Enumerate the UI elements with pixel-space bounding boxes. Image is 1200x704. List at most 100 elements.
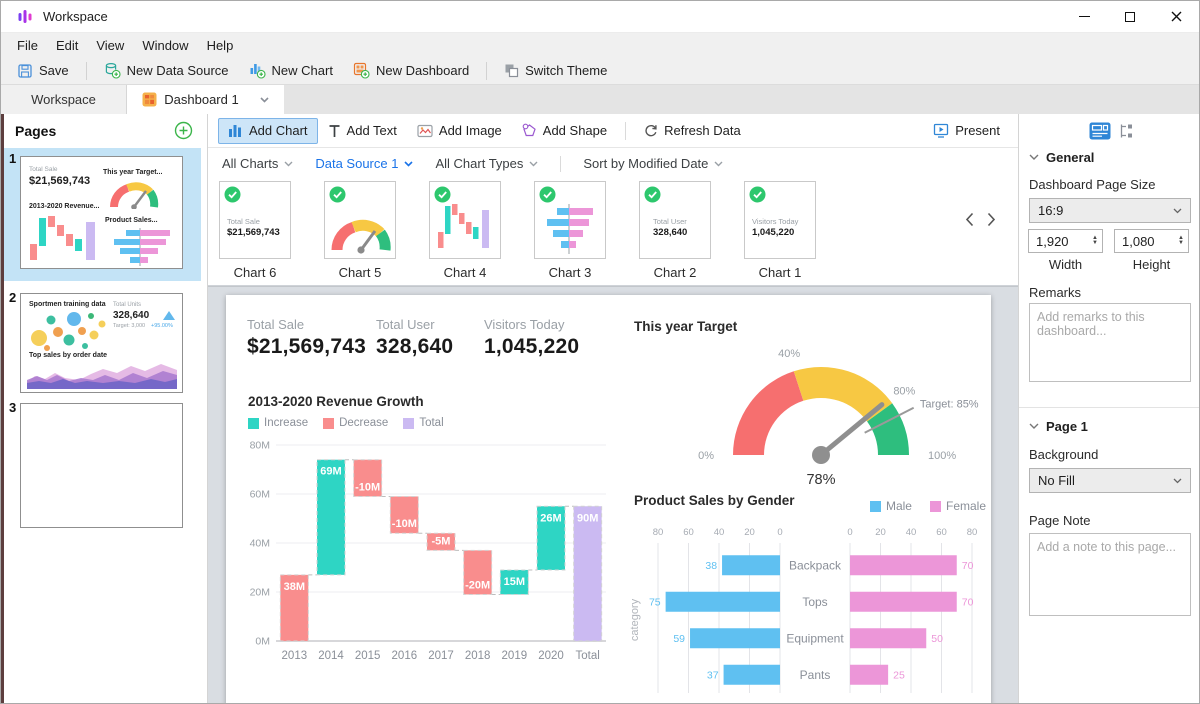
height-input[interactable] [1122,234,1168,249]
butterfly-chart[interactable]: 002020404060608080category3870Backpack75… [628,521,988,704]
thumb1-kpi-value: $21,569,743 [29,175,90,187]
chevron-down-icon [1173,478,1182,484]
all-charts-label: All Charts [222,156,278,171]
panel-divider [1019,407,1200,408]
gallery-next-button[interactable] [982,207,1000,231]
structure-view-button[interactable] [1118,123,1134,139]
page-section-header[interactable]: Page 1 [1029,419,1088,434]
gallery-caption-chart-5: Chart 5 [324,265,396,280]
tab-workspace[interactable]: Workspace [1,85,127,114]
title-bar: Workspace [1,1,1199,33]
maximize-button[interactable] [1107,1,1153,32]
new-dashboard-button[interactable]: New Dashboard [343,59,479,83]
svg-text:38: 38 [705,560,717,572]
width-input[interactable] [1036,234,1082,249]
svg-text:Pants: Pants [800,668,831,682]
svg-text:2013: 2013 [282,650,308,662]
page-1-thumbnail[interactable]: Total Sale $21,569,743 This year Target.… [20,156,183,269]
page-note-textarea[interactable] [1029,533,1191,616]
tab-dashboard-1[interactable]: Dashboard 1 [127,85,284,114]
general-section-label: General [1046,150,1094,165]
legend-swatch [870,501,881,512]
all-charts-dropdown[interactable]: All Charts [222,156,293,171]
waterfall-chart[interactable]: 0M20M40M60M80M38M69M-10M-10M-5M-20M15M26… [238,435,614,667]
add-image-button[interactable]: Add Image [407,118,512,144]
svg-text:60: 60 [936,527,947,538]
data-source-dropdown[interactable]: Data Source 1 [315,156,413,171]
kpi-value: 1,045,220 [484,335,579,359]
thumb1-mini-waterfall-chart [29,214,99,264]
add-chart-button[interactable]: Add Chart [218,118,318,144]
add-page-button[interactable] [174,121,193,140]
kpi-value: 328,640 [376,335,453,359]
height-stepper[interactable]: ▲▼ [1114,229,1189,253]
svg-text:15M: 15M [504,576,525,588]
menu-view[interactable]: View [87,33,133,57]
gallery-card-chart-1[interactable]: Visitors Today 1,045,220 [744,181,816,259]
gallery-prev-button[interactable] [960,207,978,231]
svg-text:Tops: Tops [802,595,827,609]
gallery-card-chart-3[interactable] [534,181,606,259]
gauge-chart[interactable]: 0%40%80%100%Target: 85%78% [656,337,986,495]
menu-edit[interactable]: Edit [47,33,87,57]
thumb2-kpi-label: Total Units [113,302,141,308]
add-shape-button[interactable]: Add Shape [512,118,617,144]
kpi-total-sale[interactable]: Total Sale $21,569,743 [247,317,366,359]
dashboard-properties-view-button[interactable] [1089,122,1111,140]
svg-text:40%: 40% [778,348,800,360]
gallery-card-chart-6[interactable]: Total Sale $21,569,743 [219,181,291,259]
menu-window[interactable]: Window [133,33,197,57]
svg-text:20: 20 [744,527,755,538]
thumb2-bubble-title: Sportmen training data [29,301,106,308]
menu-file[interactable]: File [8,33,47,57]
new-data-source-label: New Data Source [127,63,229,78]
general-section-header[interactable]: General [1029,150,1094,165]
kpi-visitors-today[interactable]: Visitors Today 1,045,220 [484,317,579,359]
page-3-thumbnail[interactable] [20,403,183,528]
svg-text:20M: 20M [250,587,270,599]
window-edge-accent [1,114,4,704]
switch-theme-button[interactable]: Switch Theme [494,59,617,83]
gallery-kpi-value: 1,045,220 [752,227,794,238]
legend-swatch [930,501,941,512]
kpi-total-user[interactable]: Total User 328,640 [376,317,453,359]
menu-help[interactable]: Help [198,33,243,57]
dashboard-page[interactable]: Total Sale $21,569,743 Total User 328,64… [226,295,991,704]
switch-theme-label: Switch Theme [525,63,607,78]
new-chart-button[interactable]: New Chart [239,59,343,83]
minimize-button[interactable] [1061,1,1107,32]
refresh-data-button[interactable]: Refresh Data [634,118,751,144]
gallery-kpi-value: $21,569,743 [227,227,280,238]
page-2-thumbnail[interactable]: Sportmen training data Total Units 328,6… [20,293,183,393]
collapse-chevron-icon [1029,154,1039,161]
gallery-caption-chart-1: Chart 1 [744,265,816,280]
tab-dropdown-chevron-icon[interactable] [260,97,269,103]
gallery-caption-chart-6: Chart 6 [219,265,291,280]
background-select[interactable]: No Fill [1029,468,1191,493]
remarks-textarea[interactable] [1029,303,1191,382]
new-dashboard-label: New Dashboard [376,63,469,78]
gallery-card-chart-4[interactable] [429,181,501,259]
stepper-arrows-icon[interactable]: ▲▼ [1178,236,1184,246]
present-button[interactable]: Present [923,118,1010,144]
window-controls [1061,1,1199,32]
svg-text:69M: 69M [320,466,341,478]
chevron-left-icon [965,212,974,227]
gallery-card-chart-5[interactable] [324,181,396,259]
data-source-label: Data Source 1 [315,156,398,171]
new-data-source-button[interactable]: New Data Source [94,59,239,83]
page-size-select[interactable]: 16:9 [1029,198,1191,223]
chart-types-dropdown[interactable]: All Chart Types [435,156,538,171]
gallery-card-chart-2[interactable]: Total User 328,640 [639,181,711,259]
svg-text:0M: 0M [255,636,270,648]
stepper-arrows-icon[interactable]: ▲▼ [1092,236,1098,246]
close-icon [1171,11,1182,22]
gallery-kpi-label: Total User [653,217,687,226]
legend-item: Increase [248,417,308,429]
sort-dropdown[interactable]: Sort by Modified Date [583,156,723,171]
close-button[interactable] [1153,1,1199,32]
width-stepper[interactable]: ▲▼ [1028,229,1103,253]
svg-text:2016: 2016 [392,650,418,662]
add-text-button[interactable]: Add Text [318,118,407,144]
save-button[interactable]: Save [7,59,79,83]
